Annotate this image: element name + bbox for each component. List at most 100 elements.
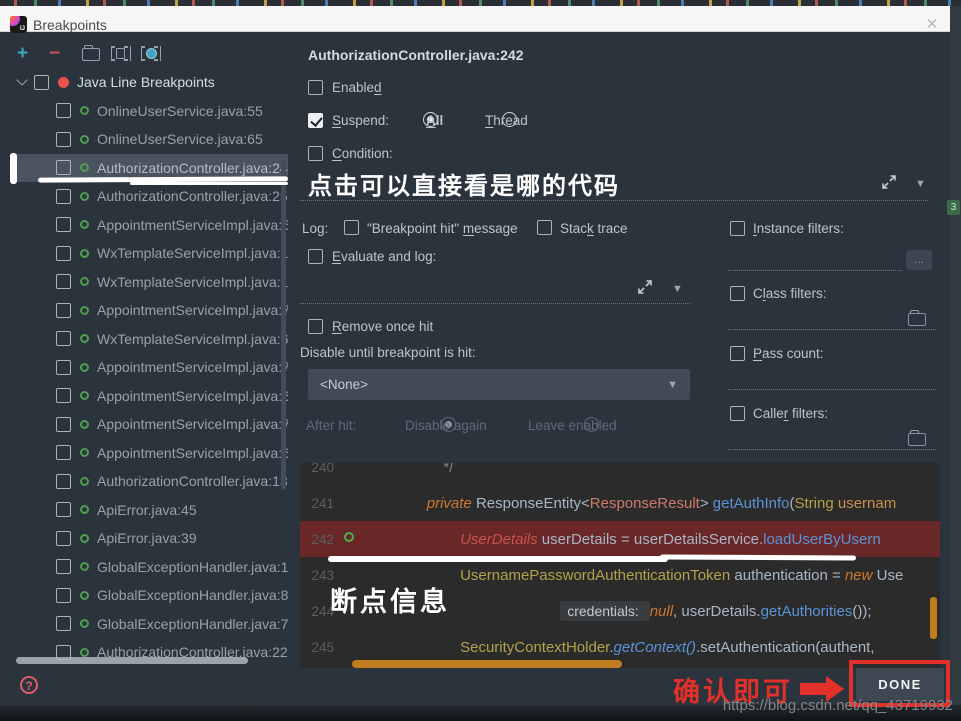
tree-item[interactable]: ApiError.java:45 bbox=[10, 496, 288, 525]
breakpoint-gutter-icon[interactable] bbox=[344, 532, 354, 542]
class-filters-checkbox[interactable] bbox=[730, 286, 745, 301]
tree-item[interactable]: OnlineUserService.java:65 bbox=[10, 125, 288, 154]
evaluate-and-log-label[interactable]: Evaluate and log: bbox=[332, 249, 436, 264]
tree-vertical-scrollbar[interactable] bbox=[281, 160, 286, 490]
item-checkbox[interactable] bbox=[56, 303, 71, 318]
suspend-thread-label[interactable]: Thread bbox=[485, 113, 528, 128]
caller-filters-checkbox[interactable] bbox=[730, 406, 745, 421]
pass-count-checkbox[interactable] bbox=[730, 346, 745, 361]
tree-item[interactable]: AppointmentServiceImpl.java:66 bbox=[10, 439, 288, 468]
tree-item[interactable]: AppointmentServiceImpl.java:73 bbox=[10, 353, 288, 382]
item-checkbox[interactable] bbox=[56, 189, 71, 204]
condition-checkbox[interactable] bbox=[308, 146, 323, 161]
item-checkbox[interactable] bbox=[56, 531, 71, 546]
condition-expand-icon[interactable] bbox=[882, 175, 896, 194]
item-checkbox[interactable] bbox=[56, 331, 71, 346]
suspend-checkbox[interactable] bbox=[308, 113, 323, 128]
tree-item[interactable]: ApiError.java:39 bbox=[10, 524, 288, 553]
evaluate-expand-icon[interactable] bbox=[638, 280, 652, 299]
tree-item[interactable]: AppointmentServiceImpl.java:72 bbox=[10, 410, 288, 439]
tree-item[interactable]: GlobalExceptionHandler.java:77 bbox=[10, 610, 288, 639]
item-checkbox[interactable] bbox=[56, 388, 71, 403]
breakpoint-tree[interactable]: Java Line Breakpoints OnlineUserService.… bbox=[10, 68, 288, 660]
disable-until-dropdown[interactable]: <None> ▼ bbox=[308, 369, 690, 400]
breakpoint-hit-message-label[interactable]: "Breakpoint hit" message bbox=[367, 221, 518, 236]
item-checkbox[interactable] bbox=[56, 217, 71, 232]
group-by-file-icon[interactable] bbox=[111, 46, 131, 61]
tree-item[interactable]: GlobalExceptionHandler.java:142 bbox=[10, 553, 288, 582]
enabled-checkbox[interactable] bbox=[308, 80, 323, 95]
evaluate-input[interactable] bbox=[300, 303, 690, 304]
item-checkbox[interactable] bbox=[56, 274, 71, 289]
item-checkbox[interactable] bbox=[56, 474, 71, 489]
code-token: (authent, bbox=[815, 639, 874, 656]
caller-filters-input[interactable] bbox=[728, 449, 936, 450]
caller-filters-label[interactable]: Caller filters: bbox=[753, 406, 828, 421]
item-checkbox[interactable] bbox=[56, 502, 71, 517]
remove-once-hit-checkbox[interactable] bbox=[308, 319, 323, 334]
instance-filters-label[interactable]: Instance filters: bbox=[753, 221, 844, 236]
condition-label[interactable]: Condition: bbox=[332, 146, 393, 161]
tree-item[interactable]: AuthorizationController.java:259 bbox=[10, 182, 288, 211]
instance-filters-input[interactable] bbox=[728, 270, 902, 271]
tree-item[interactable]: AppointmentServiceImpl.java:63 bbox=[10, 382, 288, 411]
item-checkbox[interactable] bbox=[56, 103, 71, 118]
stack-trace-checkbox[interactable] bbox=[537, 220, 552, 235]
close-icon[interactable]: ✕ bbox=[922, 15, 942, 33]
tree-item[interactable]: WxTemplateServiceImpl.java:60 bbox=[10, 325, 288, 354]
code-preview[interactable]: 240*/241private ResponseEntity<ResponseR… bbox=[300, 463, 940, 668]
pass-count-input[interactable] bbox=[728, 389, 936, 390]
dropdown-caret-icon: ▼ bbox=[667, 379, 678, 391]
item-checkbox[interactable] bbox=[56, 246, 71, 261]
tree-item[interactable]: AppointmentServiceImpl.java:589 bbox=[10, 211, 288, 240]
class-filters-label[interactable]: Class filters: bbox=[753, 286, 827, 301]
tree-item-label: ApiError.java:39 bbox=[97, 530, 197, 546]
item-checkbox[interactable] bbox=[56, 445, 71, 460]
tree-item[interactable]: AuthorizationController.java:132 bbox=[10, 467, 288, 496]
code-vertical-scrollbar[interactable] bbox=[930, 597, 937, 639]
tree-horizontal-scrollbar[interactable] bbox=[16, 657, 248, 664]
item-checkbox[interactable] bbox=[56, 616, 71, 631]
group-by-folder-icon[interactable] bbox=[82, 48, 100, 61]
suspend-all-label[interactable]: All bbox=[426, 113, 443, 128]
evaluate-dropdown-caret[interactable]: ▼ bbox=[672, 283, 683, 295]
disable-again-label[interactable]: Disable again bbox=[405, 418, 487, 433]
tree-item-label: GlobalExceptionHandler.java:77 bbox=[97, 616, 288, 632]
item-checkbox[interactable] bbox=[56, 588, 71, 603]
help-button[interactable]: ? bbox=[20, 676, 38, 694]
root-checkbox[interactable] bbox=[34, 75, 49, 90]
tree-item[interactable]: WxTemplateServiceImpl.java:110 bbox=[10, 268, 288, 297]
breakpoint-circle-icon bbox=[80, 648, 89, 657]
code-horizontal-scrollbar[interactable] bbox=[352, 660, 622, 668]
caller-filters-folder-icon[interactable] bbox=[908, 433, 926, 446]
code-token: usernam bbox=[838, 495, 896, 512]
pass-count-label[interactable]: Pass count: bbox=[753, 346, 824, 361]
add-breakpoint-button[interactable]: + bbox=[17, 43, 28, 65]
item-checkbox[interactable] bbox=[56, 417, 71, 432]
breakpoint-hit-message-checkbox[interactable] bbox=[344, 220, 359, 235]
evaluate-and-log-checkbox[interactable] bbox=[308, 249, 323, 264]
group-by-class-icon[interactable] bbox=[141, 46, 161, 61]
tree-item[interactable]: WxTemplateServiceImpl.java:117 bbox=[10, 239, 288, 268]
tree-root-row[interactable]: Java Line Breakpoints bbox=[10, 68, 288, 97]
remove-once-hit-label[interactable]: Remove once hit bbox=[332, 319, 433, 334]
leave-enabled-label[interactable]: Leave enabled bbox=[528, 418, 617, 433]
chevron-down-icon[interactable] bbox=[16, 75, 27, 86]
suspend-label[interactable]: Suspend: bbox=[332, 113, 389, 128]
class-filters-input[interactable] bbox=[728, 329, 936, 330]
item-checkbox[interactable] bbox=[56, 559, 71, 574]
item-checkbox[interactable] bbox=[56, 160, 71, 175]
condition-dropdown-caret[interactable]: ▼ bbox=[915, 178, 926, 190]
stack-trace-label[interactable]: Stack trace bbox=[560, 221, 628, 236]
class-filters-folder-icon[interactable] bbox=[908, 313, 926, 326]
tree-item[interactable]: OnlineUserService.java:55 bbox=[10, 97, 288, 126]
item-checkbox[interactable] bbox=[56, 132, 71, 147]
tree-item[interactable]: GlobalExceptionHandler.java:83 bbox=[10, 581, 288, 610]
tree-item[interactable]: AppointmentServiceImpl.java:74 bbox=[10, 296, 288, 325]
instance-filters-checkbox[interactable] bbox=[730, 221, 745, 236]
item-checkbox[interactable] bbox=[56, 360, 71, 375]
remove-breakpoint-button[interactable]: − bbox=[49, 43, 60, 65]
instance-filters-more-button[interactable]: ... bbox=[906, 250, 932, 270]
dialog-titlebar[interactable]: Breakpoints ✕ bbox=[0, 6, 953, 32]
enabled-label[interactable]: Enabled bbox=[332, 80, 382, 95]
